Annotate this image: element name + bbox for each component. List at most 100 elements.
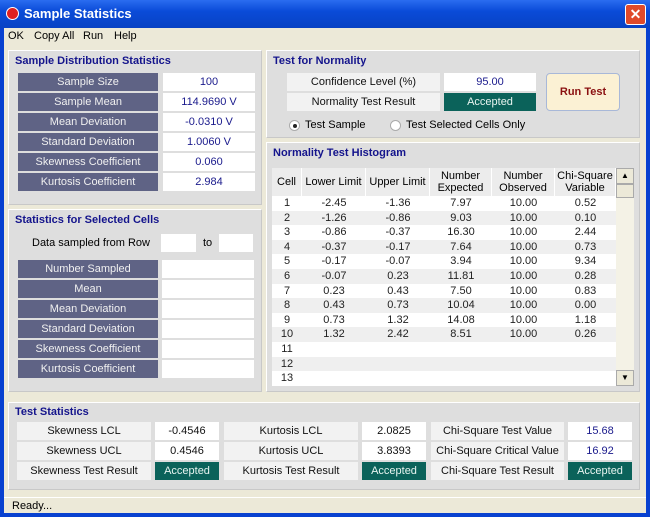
menu-copy-all[interactable]: Copy All bbox=[34, 30, 74, 42]
selected-stat-label: Standard Deviation bbox=[18, 320, 158, 338]
table-cell: -1.36 bbox=[385, 197, 411, 209]
table-row[interactable]: 1 -2.45 -1.36 7.97 10.00 0.52 bbox=[272, 196, 616, 211]
title-bar: Sample Statistics ✕ bbox=[0, 0, 650, 28]
table-cell: 0.43 bbox=[387, 284, 409, 297]
table-cell: 2.44 bbox=[574, 226, 597, 239]
stat-value: 100 bbox=[163, 73, 255, 91]
kurtosis-result-label: Kurtosis Test Result bbox=[224, 462, 358, 480]
table-cell: 12 bbox=[280, 357, 294, 370]
table-cell: 1 bbox=[283, 197, 291, 209]
radio-test-sample[interactable]: Test Sample bbox=[289, 119, 366, 131]
table-cell: 0.43 bbox=[323, 299, 345, 312]
menu-run[interactable]: Run bbox=[83, 30, 103, 42]
close-button[interactable]: ✕ bbox=[625, 4, 646, 25]
selected-stat-value bbox=[162, 260, 254, 278]
column-header[interactable]: Upper Limit bbox=[366, 168, 430, 196]
column-header[interactable]: Cell bbox=[272, 168, 302, 196]
table-cell bbox=[492, 357, 555, 372]
radio-label: Test Sample bbox=[305, 119, 366, 131]
table-cell: 0.73 bbox=[323, 313, 345, 326]
table-row[interactable]: 3 -0.86 -0.37 16.30 10.00 2.44 bbox=[272, 225, 616, 240]
table-cell: -0.86 bbox=[385, 211, 411, 224]
kurtosis-result-badge: Accepted bbox=[362, 462, 426, 480]
radio-checked-icon bbox=[289, 119, 300, 131]
table-row[interactable]: 5 -0.17 -0.07 3.94 10.00 9.34 bbox=[272, 254, 616, 269]
selected-stat-value bbox=[162, 280, 254, 298]
table-cell: 8.51 bbox=[450, 328, 472, 341]
table-cell bbox=[302, 371, 366, 386]
table-cell: -0.37 bbox=[385, 226, 411, 239]
table-cell: 0.73 bbox=[574, 240, 597, 253]
table-cell: 13 bbox=[280, 372, 294, 385]
scroll-thumb[interactable] bbox=[616, 184, 634, 198]
table-cell: 10.00 bbox=[509, 284, 538, 297]
table-cell: 0.10 bbox=[574, 211, 597, 224]
column-header[interactable]: Chi-Square Variable bbox=[555, 168, 616, 196]
table-cell: 5 bbox=[283, 255, 291, 268]
skewness-result-label: Skewness Test Result bbox=[17, 462, 151, 480]
table-row[interactable]: 13 bbox=[272, 371, 616, 386]
table-cell: 11 bbox=[281, 343, 293, 355]
table-cell bbox=[430, 342, 492, 357]
table-cell bbox=[430, 371, 492, 386]
menu-ok[interactable]: OK bbox=[8, 30, 24, 42]
table-cell: -0.37 bbox=[321, 240, 347, 253]
app-icon bbox=[6, 7, 19, 20]
table-cell: 2.42 bbox=[387, 328, 409, 341]
stat-value: 2.984 bbox=[163, 173, 255, 191]
scroll-up-icon[interactable]: ▲ bbox=[616, 168, 634, 184]
chi-critical-label: Chi-Square Critical Value bbox=[431, 442, 564, 460]
table-cell: 10.00 bbox=[509, 270, 538, 282]
stat-value: 0.060 bbox=[163, 153, 255, 171]
to-label: to bbox=[203, 237, 213, 249]
table-row[interactable]: 12 bbox=[272, 356, 616, 372]
kurtosis-ucl-value: 3.8393 bbox=[362, 442, 426, 460]
chi-result-label: Chi-Square Test Result bbox=[431, 462, 564, 480]
column-header[interactable]: Number Expected bbox=[430, 168, 492, 196]
table-cell: 2 bbox=[283, 211, 291, 224]
table-row[interactable]: 4 -0.37 -0.17 7.64 10.00 0.73 bbox=[272, 239, 616, 255]
radio-test-selected[interactable]: Test Selected Cells Only bbox=[390, 119, 525, 131]
table-row[interactable]: 11 bbox=[272, 342, 616, 357]
selected-stat-label: Mean Deviation bbox=[18, 300, 158, 318]
table-cell: -0.86 bbox=[321, 226, 347, 239]
table-row[interactable]: 7 0.23 0.43 7.50 10.00 0.83 bbox=[272, 284, 616, 299]
normality-result-badge: Accepted bbox=[444, 93, 536, 111]
table-cell bbox=[492, 342, 555, 357]
stat-label: Skewness Coefficient bbox=[18, 153, 158, 171]
menu-bar: OK Copy All Run Help bbox=[4, 28, 646, 45]
selected-stat-label: Mean bbox=[18, 280, 158, 298]
table-row[interactable]: 10 1.32 2.42 8.51 10.00 0.26 bbox=[272, 327, 616, 342]
table-cell bbox=[366, 342, 430, 357]
status-text: Ready... bbox=[12, 500, 53, 512]
table-row[interactable]: 8 0.43 0.73 10.04 10.00 0.00 bbox=[272, 298, 616, 313]
table-cell bbox=[555, 371, 616, 386]
table-cell: 10.00 bbox=[509, 197, 538, 209]
test-statistics-title: Test Statistics bbox=[15, 406, 89, 418]
table-scrollbar[interactable]: ▲ ▼ bbox=[616, 168, 634, 386]
run-test-button[interactable]: Run Test bbox=[546, 73, 620, 111]
row-range-label: Data sampled from Row bbox=[32, 237, 150, 249]
selected-stat-value bbox=[162, 320, 254, 338]
table-cell: 3.94 bbox=[450, 255, 472, 268]
row-to-input[interactable] bbox=[219, 234, 253, 252]
confidence-input[interactable]: 95.00 bbox=[444, 73, 536, 91]
row-from-input[interactable] bbox=[161, 234, 196, 252]
table-cell: -1.26 bbox=[321, 211, 347, 224]
stat-value: -0.0310 V bbox=[163, 113, 255, 131]
table-cell: 10.00 bbox=[509, 255, 538, 268]
normality-title: Test for Normality bbox=[273, 55, 367, 67]
normality-result-label: Normality Test Result bbox=[287, 93, 440, 111]
table-cell: 10.00 bbox=[509, 211, 538, 224]
column-header[interactable]: Number Observed bbox=[492, 168, 555, 196]
table-cell: 0.83 bbox=[574, 284, 597, 297]
table-row[interactable]: 6 -0.07 0.23 11.81 10.00 0.28 bbox=[272, 269, 616, 284]
table-cell: 9.03 bbox=[450, 211, 472, 224]
column-header[interactable]: Lower Limit bbox=[302, 168, 366, 196]
table-row[interactable]: 2 -1.26 -0.86 9.03 10.00 0.10 bbox=[272, 210, 616, 226]
table-row[interactable]: 9 0.73 1.32 14.08 10.00 1.18 bbox=[272, 313, 616, 328]
selected-stat-label: Kurtosis Coefficient bbox=[18, 360, 158, 378]
chi-critical-value: 16.92 bbox=[568, 442, 632, 460]
scroll-down-icon[interactable]: ▼ bbox=[616, 370, 634, 386]
menu-help[interactable]: Help bbox=[114, 30, 137, 42]
